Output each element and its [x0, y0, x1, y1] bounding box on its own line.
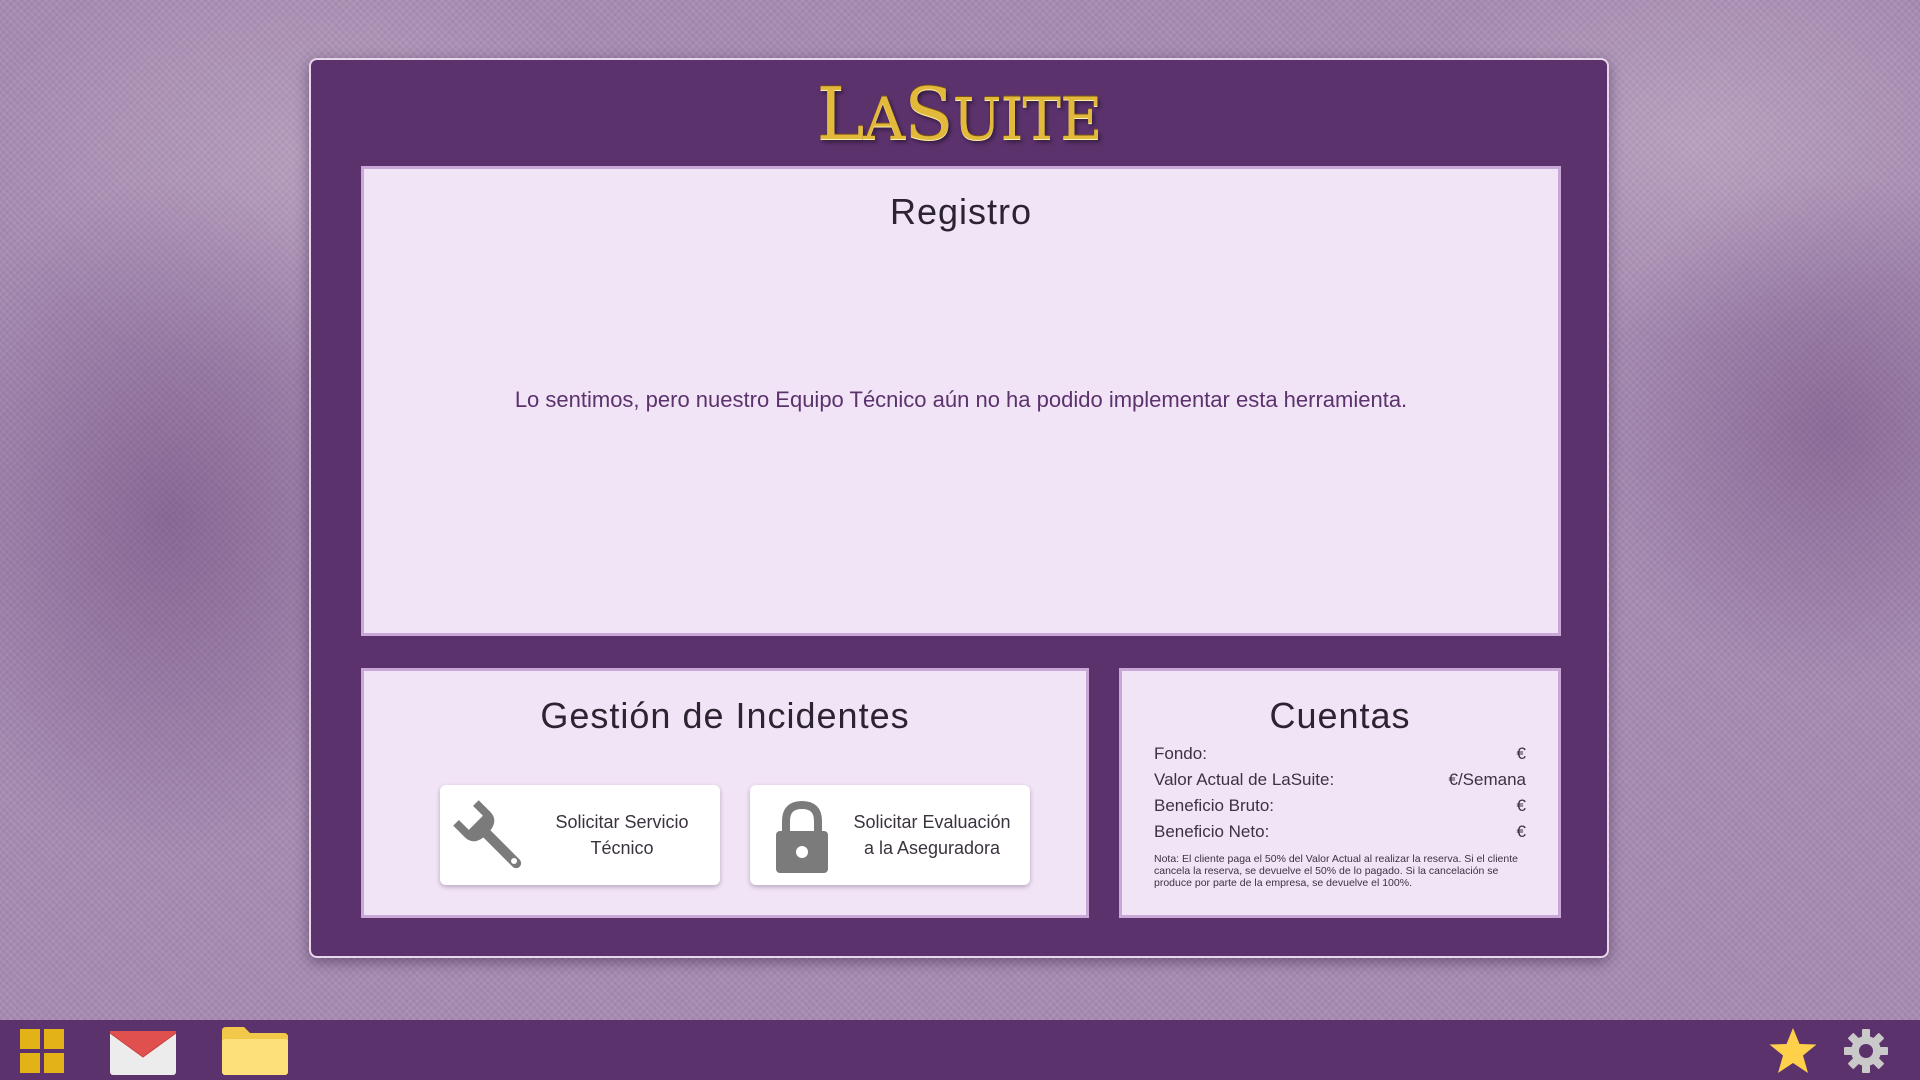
- lasuite-logo: LASUITE: [816, 72, 1103, 156]
- accounts-list: Fondo: € Valor Actual de LaSuite: €/Sema…: [1154, 741, 1526, 845]
- folder-icon[interactable]: [222, 1027, 288, 1075]
- account-value: €/Semana: [1448, 770, 1527, 789]
- taskbar: [0, 1020, 1920, 1080]
- account-row-beneficio-bruto: Beneficio Bruto: €: [1154, 793, 1526, 819]
- account-label: Beneficio Bruto:: [1154, 796, 1275, 815]
- main-window: LASUITE Registro Lo sentimos, pero nuest…: [309, 58, 1609, 958]
- request-technical-service-label: Solicitar Servicio Técnico: [555, 812, 689, 858]
- registro-title: Registro: [889, 191, 1033, 232]
- wrench-icon: [453, 800, 522, 869]
- account-row-valor-actual: Valor Actual de LaSuite: €/Semana: [1154, 767, 1526, 793]
- incidentes-title: Gestión de Incidentes: [540, 695, 910, 736]
- account-value: €: [1516, 822, 1526, 841]
- registro-panel: Registro Lo sentimos, pero nuestro Equip…: [361, 166, 1561, 636]
- request-insurer-evaluation-button[interactable]: Solicitar Evaluación a la Aseguradora: [750, 785, 1030, 885]
- mail-icon[interactable]: [110, 1031, 176, 1075]
- account-value: €: [1516, 744, 1526, 763]
- star-icon[interactable]: [1768, 1026, 1818, 1076]
- gear-icon[interactable]: [1843, 1028, 1889, 1074]
- lock-icon: [776, 800, 828, 873]
- account-label: Beneficio Neto:: [1154, 822, 1270, 841]
- accounts-note: Nota: El cliente paga el 50% del Valor A…: [1154, 853, 1518, 889]
- request-technical-service-button[interactable]: Solicitar Servicio Técnico: [440, 785, 720, 885]
- incidentes-panel: Gestión de Incidentes Solicitar Servicio…: [361, 668, 1089, 918]
- account-row-fondo: Fondo: €: [1154, 741, 1526, 767]
- cuentas-title: Cuentas: [1269, 695, 1411, 736]
- cuentas-panel: Cuentas Fondo: € Valor Actual de LaSuite…: [1119, 668, 1561, 918]
- apps-grid-icon[interactable]: [20, 1029, 64, 1073]
- account-label: Fondo:: [1154, 744, 1207, 763]
- not-implemented-message: Lo sentimos, pero nuestro Equipo Técnico…: [514, 387, 1408, 412]
- account-row-beneficio-neto: Beneficio Neto: €: [1154, 819, 1526, 845]
- account-value: €: [1516, 796, 1526, 815]
- request-insurer-evaluation-label: Solicitar Evaluación a la Aseguradora: [853, 812, 1011, 858]
- account-label: Valor Actual de LaSuite:: [1154, 770, 1335, 789]
